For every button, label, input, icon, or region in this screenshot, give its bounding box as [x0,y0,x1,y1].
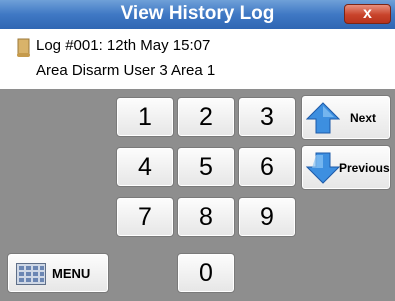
arrow-up-icon [306,102,340,134]
close-button[interactable]: x [344,4,391,24]
menu-label: MENU [52,266,91,281]
key-0[interactable]: 0 [177,253,235,293]
key-6[interactable]: 6 [238,147,296,187]
key-1[interactable]: 1 [116,97,174,137]
previous-button[interactable]: Previous [301,145,391,190]
key-9[interactable]: 9 [238,197,296,237]
history-log-window: View History Log x Log #001: 12th May 15… [0,0,395,301]
key-4[interactable]: 4 [116,147,174,187]
key-8[interactable]: 8 [177,197,235,237]
previous-label: Previous [339,161,390,175]
key-2[interactable]: 2 [177,97,235,137]
arrow-down-icon [306,152,340,184]
key-3[interactable]: 3 [238,97,296,137]
window-title: View History Log [120,3,275,24]
next-button[interactable]: Next [301,95,391,140]
log-entry-detail: Area Disarm User 3 Area 1 [36,62,216,79]
keypad-grid-icon [16,263,46,285]
log-entry-header: Log #001: 12th May 15:07 [36,37,211,54]
key-5[interactable]: 5 [177,147,235,187]
menu-button[interactable]: MENU [7,253,109,293]
scroll-icon [17,38,30,57]
key-7[interactable]: 7 [116,197,174,237]
title-bar: View History Log x [0,0,395,29]
next-label: Next [350,111,377,125]
